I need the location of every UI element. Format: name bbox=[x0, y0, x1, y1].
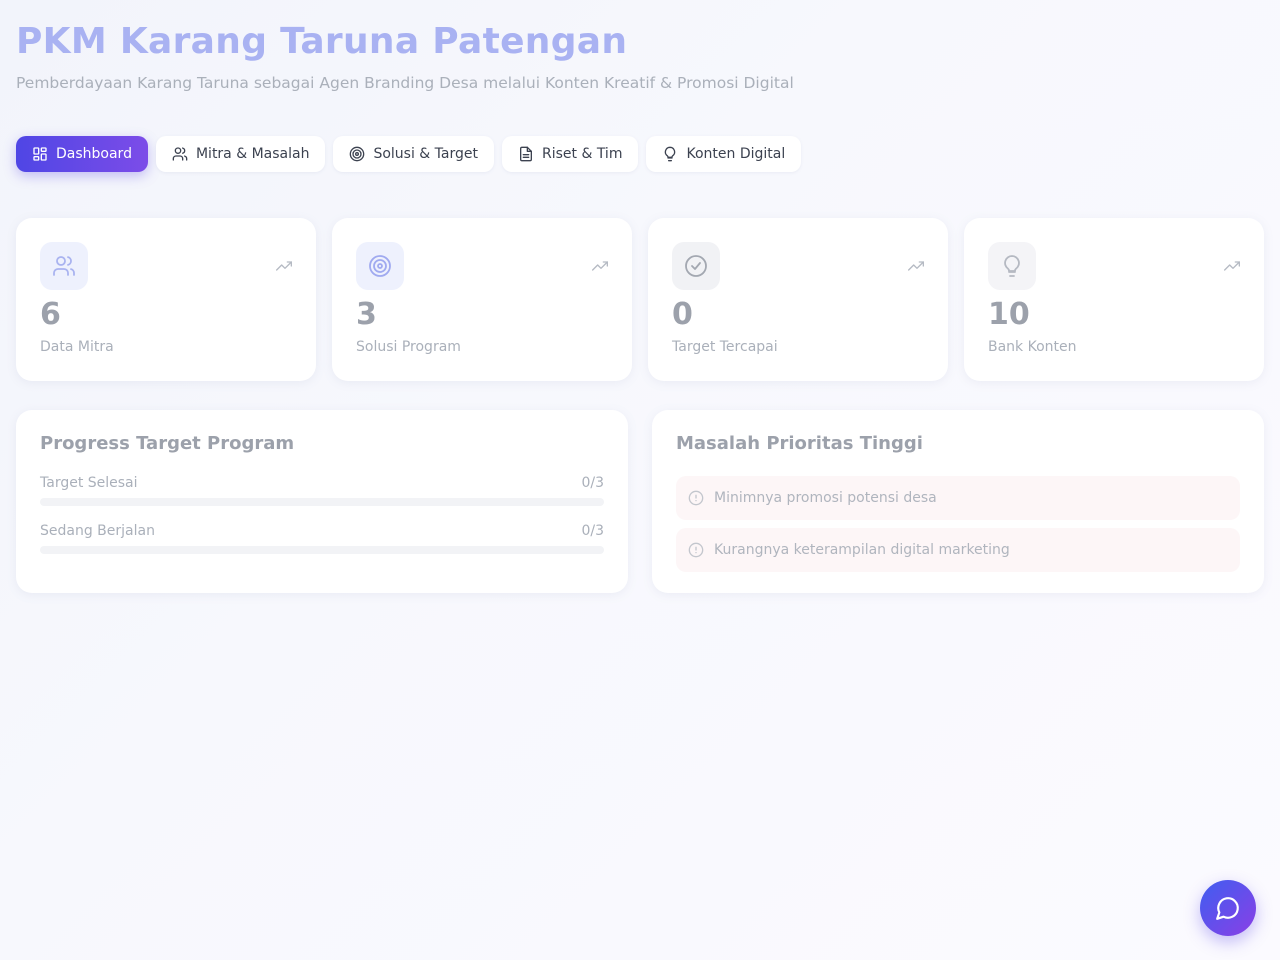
stat-card-bank-konten: 10 Bank Konten bbox=[964, 218, 1264, 381]
page-subtitle: Pemberdayaan Karang Taruna sebagai Agen … bbox=[16, 74, 794, 92]
progress-count: 0/3 bbox=[581, 523, 604, 539]
stat-label: Solusi Program bbox=[356, 339, 461, 355]
stat-icon-wrap bbox=[40, 242, 88, 290]
stat-value: 0 bbox=[672, 297, 693, 332]
progress-bar bbox=[40, 546, 604, 554]
stat-label: Data Mitra bbox=[40, 339, 114, 355]
trending-up-icon bbox=[908, 261, 924, 271]
progress-count: 0/3 bbox=[581, 475, 604, 491]
stat-icon-wrap bbox=[356, 242, 404, 290]
progress-label: Target Selesai bbox=[40, 475, 138, 491]
tab-label: Riset & Tim bbox=[541, 146, 623, 162]
stat-label: Target Tercapai bbox=[672, 339, 778, 355]
alert-circle-icon bbox=[688, 542, 704, 558]
tab-solusi-target[interactable]: Solusi & Target bbox=[333, 136, 494, 172]
check-circle-icon bbox=[685, 255, 707, 277]
chat-bubble-icon bbox=[1216, 897, 1239, 920]
progress-label: Sedang Berjalan bbox=[40, 523, 155, 539]
issue-item: Minimnya promosi potensi desa bbox=[676, 476, 1240, 520]
stat-card-data-mitra: 6 Data Mitra bbox=[16, 218, 316, 381]
users-icon bbox=[172, 147, 188, 161]
tab-riset-tim[interactable]: Riset & Tim bbox=[501, 136, 639, 172]
progress-bar bbox=[40, 498, 604, 506]
stat-icon-wrap bbox=[988, 242, 1036, 290]
chat-button[interactable] bbox=[1200, 880, 1256, 936]
issue-text: Minimnya promosi potensi desa bbox=[714, 490, 937, 506]
tab-konten-digital[interactable]: Konten Digital bbox=[646, 136, 802, 172]
tab-label: Konten Digital bbox=[686, 146, 786, 162]
stat-value: 10 bbox=[988, 297, 1030, 332]
document-icon bbox=[519, 146, 532, 162]
progress-row: Sedang Berjalan 0/3 bbox=[40, 522, 604, 554]
issue-item: Kurangnya keterampilan digital marketing bbox=[676, 528, 1240, 572]
trending-up-icon bbox=[276, 261, 292, 271]
grid-icon bbox=[33, 147, 47, 161]
page-header: PKM Karang Taruna Patengan Pemberdayaan … bbox=[16, 20, 794, 94]
stat-card-target-tercapai: 0 Target Tercapai bbox=[648, 218, 948, 381]
lightbulb-icon bbox=[665, 146, 676, 162]
stat-icon-wrap bbox=[672, 242, 720, 290]
stats-row: 6 Data Mitra 3 Solusi Program 0 Target T… bbox=[16, 218, 1264, 381]
issue-text: Kurangnya keterampilan digital marketing bbox=[714, 542, 1010, 558]
panel-title: Masalah Prioritas Tinggi bbox=[676, 433, 923, 454]
progress-panel: Progress Target Program Target Selesai 0… bbox=[16, 410, 628, 593]
panel-title: Progress Target Program bbox=[40, 433, 295, 454]
tab-label: Solusi & Target bbox=[373, 146, 478, 162]
stat-value: 3 bbox=[356, 297, 377, 332]
stat-card-solusi-program: 3 Solusi Program bbox=[332, 218, 632, 381]
target-icon bbox=[350, 146, 365, 162]
stat-value: 6 bbox=[40, 297, 61, 332]
users-icon bbox=[53, 256, 75, 276]
tab-mitra-masalah[interactable]: Mitra & Masalah bbox=[155, 136, 326, 172]
trending-up-icon bbox=[1224, 261, 1240, 271]
target-icon bbox=[369, 255, 391, 277]
page-title: PKM Karang Taruna Patengan bbox=[16, 21, 628, 62]
progress-row: Target Selesai 0/3 bbox=[40, 474, 604, 506]
priority-issues-panel: Masalah Prioritas Tinggi Minimnya promos… bbox=[652, 410, 1264, 593]
tab-dashboard[interactable]: Dashboard bbox=[16, 136, 148, 172]
lightbulb-icon bbox=[1004, 255, 1020, 277]
alert-circle-icon bbox=[688, 490, 704, 506]
tab-label: Mitra & Masalah bbox=[195, 146, 310, 162]
trending-up-icon bbox=[592, 261, 608, 271]
stat-label: Bank Konten bbox=[988, 339, 1077, 355]
tab-bar: Dashboard Mitra & Masalah Solusi & Targe… bbox=[16, 136, 802, 172]
tab-label: Dashboard bbox=[56, 146, 132, 162]
